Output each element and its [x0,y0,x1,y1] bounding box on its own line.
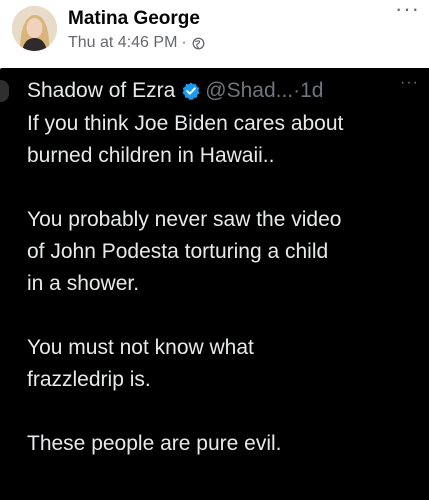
verified-badge-icon [182,82,200,100]
globe-icon[interactable] [192,37,205,50]
avatar[interactable] [12,6,57,51]
post-timestamp[interactable]: Thu at 4:46 PM [68,34,177,52]
tweet-line: If you think Joe Biden cares about [27,112,344,135]
embedded-tweet-screenshot: Shadow of Ezra @Shad...·1d ··· If you th… [0,68,429,500]
post-more-button[interactable]: ··· [395,0,419,22]
tweet-line: burned children in Hawaii.. [27,144,275,167]
tweet-line: in a shower. [27,272,140,295]
tweet-line: frazzledrip is. [27,368,151,391]
tweet-line: of John Podesta torturing a child [27,240,329,263]
meta-separator: · [181,34,187,51]
author-name[interactable]: Matina George [68,8,200,30]
tweet-header: Shadow of Ezra @Shad...·1d [27,74,323,108]
tweet-line: You probably never saw the video [27,208,342,231]
tweet-avatar [0,80,9,102]
avatar-image [12,6,57,51]
tweet-display-name: Shadow of Ezra [27,79,176,102]
tweet-text: If you think Joe Biden cares about burne… [27,108,423,460]
post-meta: Thu at 4:46 PM · [68,34,205,52]
tweet-line: You must not know what [27,336,254,359]
tweet-line: These people are pure evil. [27,432,282,455]
tweet-handle-time: @Shad...·1d [205,79,324,102]
tweet-more-icon: ··· [400,74,419,91]
post-header: Matina George Thu at 4:46 PM · ··· [0,0,429,66]
